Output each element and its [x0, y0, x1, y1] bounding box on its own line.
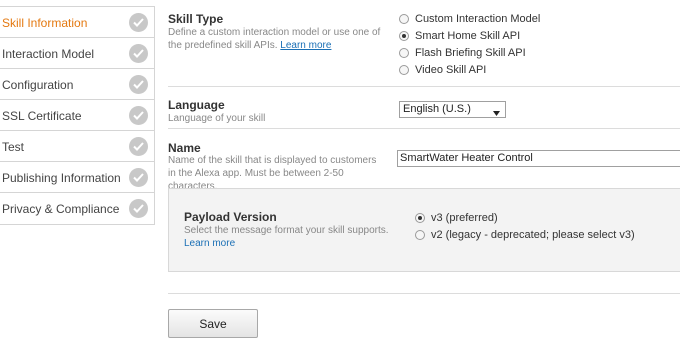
sidebar-item-interaction-model[interactable]: Interaction Model — [0, 38, 154, 69]
payload-version-panel: Payload Version Select the message forma… — [168, 188, 680, 272]
sidebar-item-label: Privacy & Compliance — [2, 202, 120, 216]
divider — [168, 86, 680, 87]
check-circle-icon — [129, 199, 148, 218]
radio-label: Video Skill API — [415, 64, 487, 76]
sidebar-item-skill-information[interactable]: Skill Information — [0, 7, 154, 38]
skill-name-input[interactable]: SmartWater Heater Control — [397, 150, 680, 167]
radio-button-selected[interactable] — [415, 213, 425, 223]
radio-label: Smart Home Skill API — [415, 30, 521, 42]
sidebar-item-label: Test — [2, 140, 25, 154]
payload-version-title: Payload Version — [184, 210, 277, 224]
radio-button-selected[interactable] — [399, 31, 409, 41]
sidebar-item-label: SSL Certificate — [2, 109, 82, 123]
dropdown-arrow-icon — [493, 107, 500, 119]
skill-type-option-custom[interactable]: Custom Interaction Model — [399, 13, 540, 25]
sidebar-item-label: Publishing Information — [2, 171, 121, 185]
sidebar-item-privacy-compliance[interactable]: Privacy & Compliance — [0, 193, 154, 224]
check-circle-icon — [129, 168, 148, 187]
sidebar-item-ssl-certificate[interactable]: SSL Certificate — [0, 100, 154, 131]
divider — [168, 293, 680, 294]
radio-label: v2 (legacy - deprecated; please select v… — [431, 229, 635, 241]
skill-type-option-flash-briefing[interactable]: Flash Briefing Skill API — [399, 47, 526, 59]
language-select[interactable]: English (U.S.) — [399, 101, 506, 118]
payload-learn-more-link[interactable]: Learn more — [184, 238, 235, 249]
language-selected-value: English (U.S.) — [403, 103, 471, 115]
check-circle-icon — [129, 13, 148, 32]
sidebar-item-label: Interaction Model — [2, 47, 95, 61]
check-circle-icon — [129, 75, 148, 94]
sidebar-item-label: Skill Information — [2, 16, 88, 30]
payload-version-description-text: Select the message format your skill sup… — [184, 225, 389, 236]
sidebar-item-configuration[interactable]: Configuration — [0, 69, 154, 100]
language-title: Language — [168, 98, 225, 112]
skill-type-description-text: Define a custom interaction model or use… — [168, 27, 381, 51]
skill-type-title: Skill Type — [168, 12, 224, 26]
radio-button[interactable] — [399, 65, 409, 75]
skill-type-option-smart-home[interactable]: Smart Home Skill API — [399, 30, 520, 42]
language-description: Language of your skill — [168, 113, 266, 124]
radio-button[interactable] — [415, 230, 425, 240]
sidebar-nav: Skill Information Interaction Model Conf… — [0, 6, 155, 225]
divider — [168, 128, 680, 129]
radio-button[interactable] — [399, 14, 409, 24]
payload-option-v3[interactable]: v3 (preferred) — [415, 212, 498, 224]
radio-label: v3 (preferred) — [431, 212, 498, 224]
skill-type-description: Define a custom interaction model or use… — [168, 26, 393, 52]
sidebar-item-publishing-information[interactable]: Publishing Information — [0, 162, 154, 193]
sidebar-item-test[interactable]: Test — [0, 131, 154, 162]
check-circle-icon — [129, 137, 148, 156]
skill-type-option-video[interactable]: Video Skill API — [399, 64, 486, 76]
main-form: Skill Type Define a custom interaction m… — [168, 0, 680, 350]
check-circle-icon — [129, 106, 148, 125]
save-button[interactable]: Save — [168, 309, 258, 338]
radio-button[interactable] — [399, 48, 409, 58]
sidebar-item-label: Configuration — [2, 78, 74, 92]
skill-type-learn-more-link[interactable]: Learn more — [280, 40, 331, 51]
payload-option-v2[interactable]: v2 (legacy - deprecated; please select v… — [415, 229, 635, 241]
name-title: Name — [168, 141, 201, 155]
payload-version-description: Select the message format your skill sup… — [184, 224, 394, 250]
radio-label: Custom Interaction Model — [415, 13, 541, 25]
check-circle-icon — [129, 44, 148, 63]
radio-label: Flash Briefing Skill API — [415, 47, 526, 59]
